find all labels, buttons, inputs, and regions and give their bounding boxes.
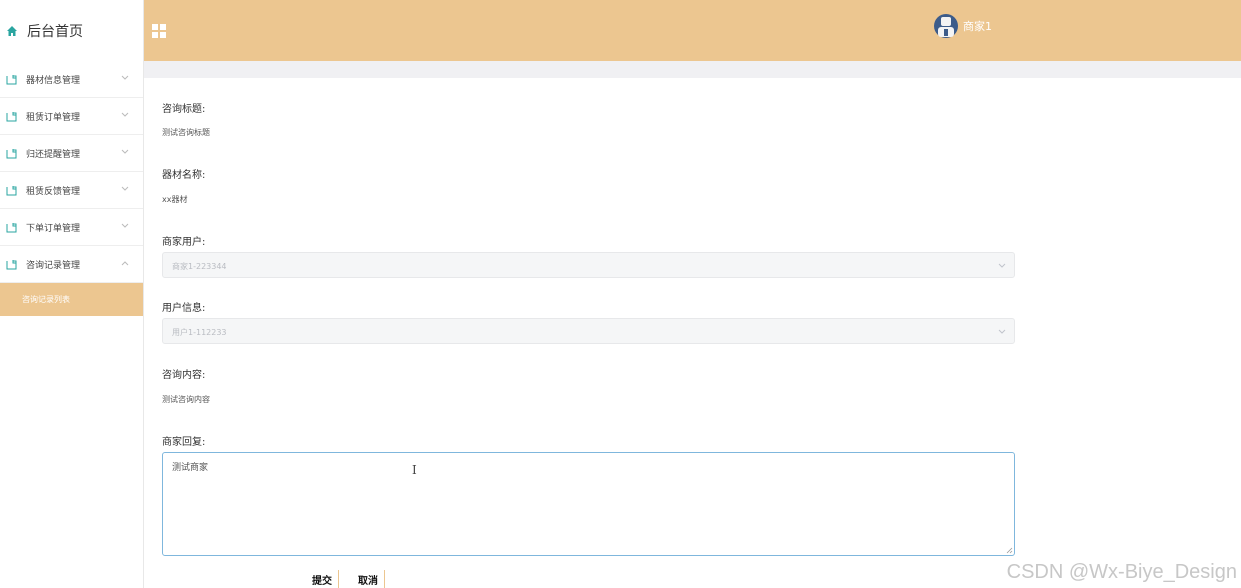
equipment-value: xx器材 [162,195,188,204]
title-label: 咨询标题: [162,104,206,115]
file-icon [6,185,17,195]
chevron-down-icon [121,112,129,117]
sidebar-subitem-label: 咨询记录列表 [22,295,70,304]
user-menu[interactable]: 商家1 [934,13,992,39]
sidebar-item-consultations[interactable]: 咨询记录管理 [0,246,143,283]
sidebar-item-rental-orders[interactable]: 租赁订单管理 [0,98,143,135]
chevron-down-icon [998,263,1006,268]
reply-textarea-value: 测试商家 [172,463,209,473]
sidebar-item-placed-orders[interactable]: 下单订单管理 [0,209,143,246]
submit-button[interactable]: 提交 [306,570,339,588]
content-top-strip [144,61,1241,78]
sidebar-subitem-consultation-list[interactable]: 咨询记录列表 [0,283,143,316]
sidebar-item-rental-feedback[interactable]: 租赁反馈管理 [0,172,143,209]
reply-label: 商家回复: [162,437,206,448]
reply-textarea[interactable]: 测试商家 I [162,452,1015,556]
home-icon [7,25,17,36]
text-cursor-icon: I [412,463,417,477]
user-info-label: 用户信息: [162,303,206,314]
avatar-icon [934,14,958,38]
top-header: 商家1 [144,0,1241,61]
resize-grip-icon[interactable] [1006,547,1013,554]
file-icon [6,148,17,158]
sidebar-menu: 器材信息管理 租赁订单管理 归还提醒管理 租赁反馈管理 下单订单管理 咨询记录管… [0,61,143,283]
user-info-select[interactable]: 用户1-112233 [162,318,1015,344]
chevron-up-icon [121,261,129,266]
sidebar-brand-title: 后台首页 [27,23,83,40]
chevron-down-icon [121,75,129,80]
grid-icon[interactable] [152,24,166,38]
user-info-select-value: 用户1-112233 [172,328,227,337]
cancel-button[interactable]: 取消 [352,570,385,588]
file-icon [6,74,17,84]
sidebar-brand[interactable]: 后台首页 [0,0,143,61]
chevron-down-icon [121,149,129,154]
equipment-label: 器材名称: [162,170,206,181]
watermark: CSDN @Wx-Biye_Design [1006,561,1237,583]
sidebar-item-return-reminders[interactable]: 归还提醒管理 [0,135,143,172]
sidebar: 后台首页 器材信息管理 租赁订单管理 归还提醒管理 租赁反馈管理 下单订单管理 [0,0,144,588]
file-icon [6,259,17,269]
content-label: 咨询内容: [162,370,206,381]
file-icon [6,111,17,121]
merchant-select-value: 商家1-223344 [172,262,227,271]
merchant-label: 商家用户: [162,237,206,248]
user-name: 商家1 [963,20,992,33]
chevron-down-icon [998,329,1006,334]
file-icon [6,222,17,232]
consultation-form: 咨询标题: 测试咨询标题 器材名称: xx器材 商家用户: 商家1-223344… [144,78,1241,588]
chevron-down-icon [121,186,129,191]
merchant-select[interactable]: 商家1-223344 [162,252,1015,278]
sidebar-item-equipment[interactable]: 器材信息管理 [0,61,143,98]
chevron-down-icon [121,223,129,228]
title-value: 测试咨询标题 [162,128,210,137]
content-value: 测试咨询内容 [162,395,210,404]
